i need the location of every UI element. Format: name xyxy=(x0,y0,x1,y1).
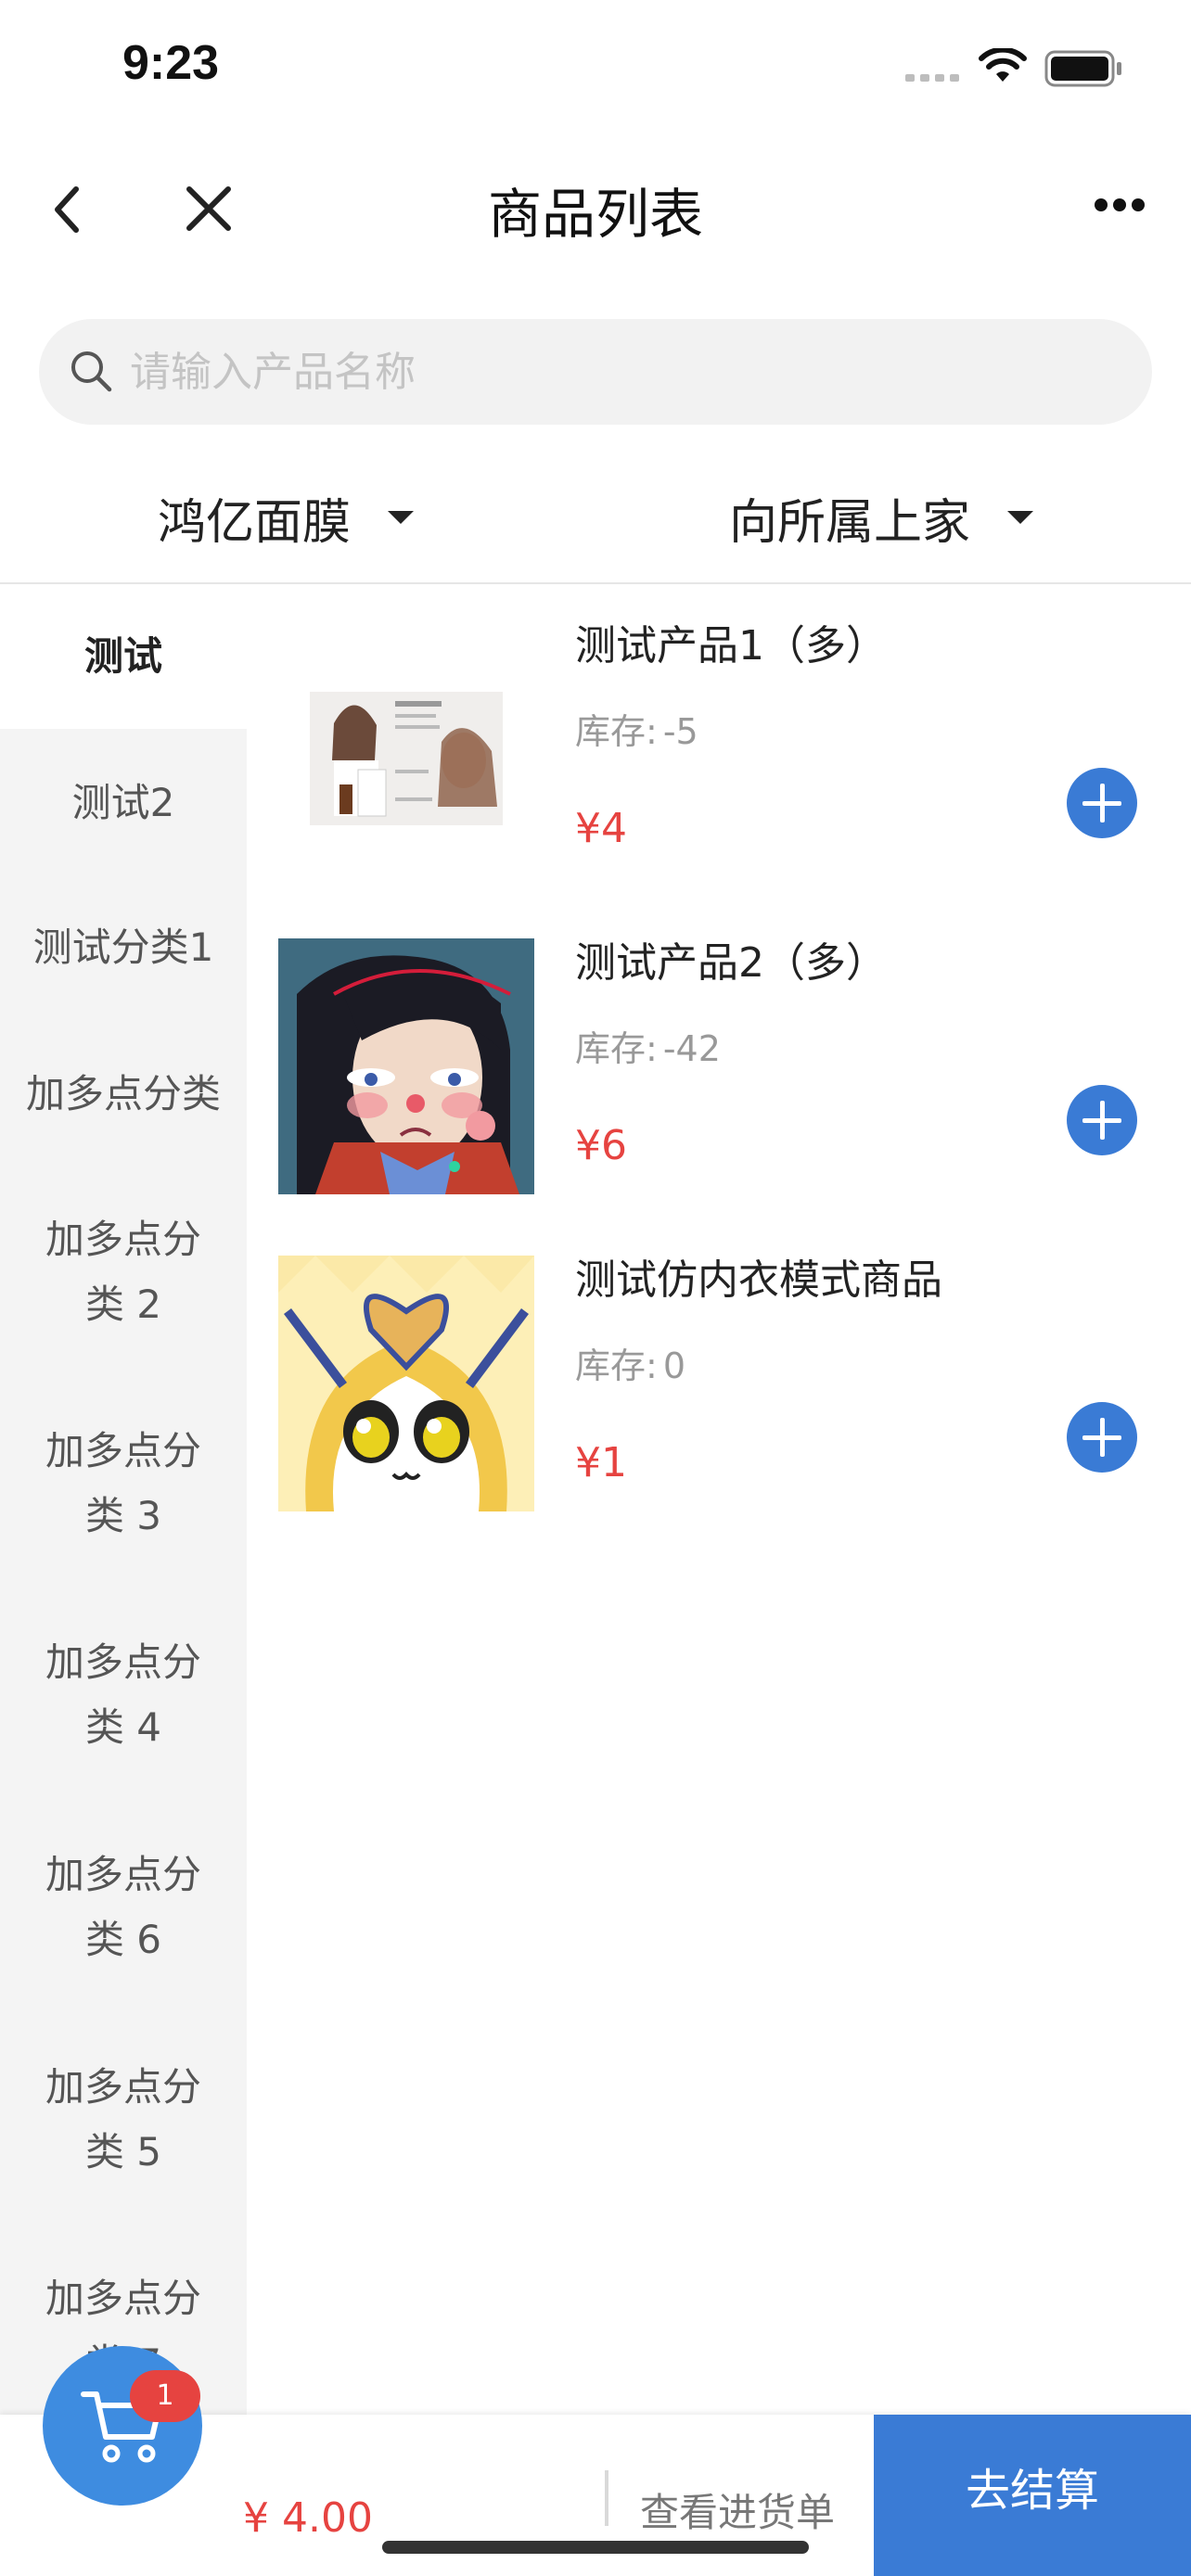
status-time: 9:23 xyxy=(122,36,220,90)
stock-value: -5 xyxy=(662,711,698,752)
stock-label: 库存: xyxy=(575,711,658,752)
product-name: 测试产品1（多） xyxy=(575,622,887,670)
checkout-button[interactable]: 去结算 xyxy=(874,2415,1191,2576)
stock-value: 0 xyxy=(662,1345,685,1386)
product-price: ¥6 xyxy=(575,1122,627,1169)
add-to-cart-button[interactable] xyxy=(1067,1085,1137,1155)
product-price: ¥4 xyxy=(575,805,627,852)
navigation-bar: 商品列表 xyxy=(0,130,1191,287)
add-to-cart-button[interactable] xyxy=(1067,1402,1137,1473)
home-indicator xyxy=(382,2541,809,2554)
caret-down-icon xyxy=(1007,511,1034,524)
sidebar-item-more-category-4[interactable]: 加多点分类 4 xyxy=(31,1630,216,1760)
product-name: 测试仿内衣模式商品 xyxy=(575,1256,942,1304)
sidebar-item-test2[interactable]: 测试2 xyxy=(0,771,247,835)
brand-filter-dropdown[interactable]: 鸿亿面膜 xyxy=(158,480,415,555)
sidebar-item-more-category-2[interactable]: 加多点分类 2 xyxy=(31,1207,216,1337)
sidebar-item-test-category-1[interactable]: 测试分类1 xyxy=(0,915,247,980)
view-purchase-order-link[interactable]: 查看进货单 xyxy=(640,2481,835,2538)
stock-value: -42 xyxy=(662,1028,721,1069)
sidebar-item-more-category-5[interactable]: 加多点分类 5 xyxy=(31,2055,216,2185)
sidebar-item-more-category[interactable]: 加多点分类 xyxy=(0,1062,247,1127)
product-item[interactable]: 测试产品1（多） 库存: -5 ¥4 xyxy=(278,603,1169,881)
sidebar-item-more-category-6[interactable]: 加多点分类 6 xyxy=(31,1843,216,1972)
stock-label: 库存: xyxy=(575,1028,658,1069)
product-image xyxy=(278,621,534,877)
stock-label: 库存: xyxy=(575,1345,658,1386)
cart-total: ¥ 4.00 xyxy=(243,2494,373,2542)
filter-row: 鸿亿面膜 向所属上家 xyxy=(0,462,1191,584)
divider xyxy=(605,2470,608,2526)
supplier-filter-label: 向所属上家 xyxy=(729,494,971,551)
product-stock: 库存: -42 xyxy=(575,1020,721,1071)
add-to-cart-button[interactable] xyxy=(1067,768,1137,838)
sidebar-item-more-category-3[interactable]: 加多点分类 3 xyxy=(31,1419,216,1549)
battery-icon xyxy=(1044,50,1121,87)
more-icon[interactable] xyxy=(1095,198,1146,217)
search-icon xyxy=(71,351,112,392)
product-stock: 库存: -5 xyxy=(575,703,698,754)
cart-count-badge: 1 xyxy=(130,2370,200,2422)
brand-filter-label: 鸿亿面膜 xyxy=(158,494,352,551)
product-item[interactable]: 测试产品2（多） 库存: -42 ¥6 xyxy=(278,920,1169,1198)
status-bar: 9:23 xyxy=(0,0,1191,130)
page-title: 商品列表 xyxy=(487,183,703,246)
wifi-icon xyxy=(979,48,1027,82)
sidebar-item-test[interactable]: 测试 xyxy=(0,584,247,729)
product-name: 测试产品2（多） xyxy=(575,939,887,987)
product-image xyxy=(278,938,534,1194)
product-price: ¥1 xyxy=(575,1439,627,1486)
caret-down-icon xyxy=(388,511,415,524)
search-bar xyxy=(39,319,1152,425)
supplier-filter-dropdown[interactable]: 向所属上家 xyxy=(729,480,1034,555)
category-sidebar: 测试 测试2 测试分类1 加多点分类 加多点分类 2 加多点分类 3 加多点分类… xyxy=(0,584,247,2439)
product-image xyxy=(278,1256,534,1511)
product-item[interactable]: 测试仿内衣模式商品 库存: 0 ¥1 xyxy=(278,1237,1169,1515)
search-input[interactable] xyxy=(130,319,1113,425)
product-stock: 库存: 0 xyxy=(575,1337,685,1388)
